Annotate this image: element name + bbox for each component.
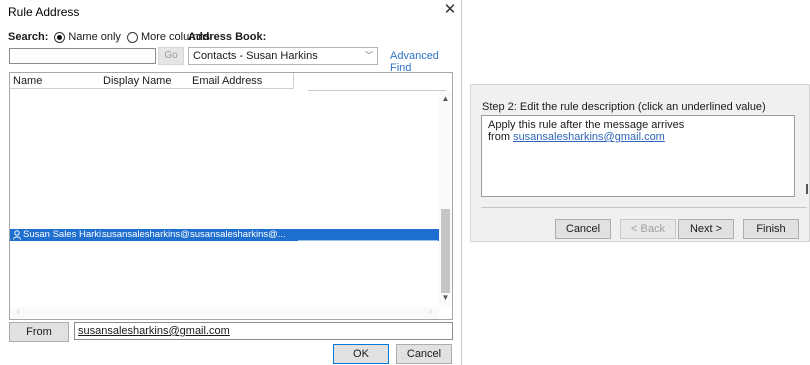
row-name: Susan Sales Harki... [23, 229, 110, 240]
from-field[interactable]: susansalesharkins@gmail.com [74, 322, 453, 340]
rules-wizard-panel: Step 2: Edit the rule description (click… [470, 84, 810, 242]
radio-more-columns[interactable] [126, 31, 138, 43]
column-header-name[interactable]: Name [13, 75, 42, 87]
scroll-left-icon[interactable]: ‹ [12, 307, 25, 316]
search-options: Search: Name only More columns [8, 30, 210, 44]
scroll-right-icon[interactable]: › [424, 307, 437, 316]
scroll-up-icon[interactable]: ▲ [439, 94, 452, 103]
back-button[interactable]: < Back [620, 219, 676, 239]
search-input[interactable] [9, 48, 156, 64]
vertical-scrollbar[interactable]: ▲ ▼ [439, 91, 452, 307]
chevron-down-icon[interactable]: ﹀ [365, 48, 373, 64]
from-button[interactable]: From [9, 322, 69, 342]
condition-prefix: from [488, 131, 514, 143]
scroll-thumb[interactable] [441, 209, 450, 293]
address-book-value: Contacts - Susan Harkins [193, 50, 318, 62]
rule-description-box[interactable]: Apply this rule after the message arrive… [481, 115, 795, 197]
step2-label: Step 2: Edit the rule description (click… [482, 101, 766, 113]
search-label: Search: [8, 31, 49, 43]
person-icon [13, 230, 21, 240]
row-email: susansalesharkins@... [190, 229, 286, 240]
radio-name-only-label[interactable]: Name only [68, 31, 121, 43]
wizard-divider [481, 207, 807, 208]
close-icon[interactable]: ✕ [442, 2, 458, 18]
radio-name-only[interactable] [54, 31, 66, 43]
address-book-select[interactable]: Contacts - Susan Harkins ﹀ [188, 47, 378, 65]
wizard-cancel-button[interactable]: Cancel [555, 219, 611, 239]
advanced-find-link[interactable]: Advanced Find [390, 50, 461, 74]
row-display-name: susansalesharkins@... [102, 229, 198, 240]
from-value: susansalesharkins@gmail.com [78, 325, 230, 337]
next-button[interactable]: Next > [678, 219, 734, 239]
finish-button[interactable]: Finish [743, 219, 799, 239]
rule-condition-line: from susansalesharkins@gmail.com [488, 131, 788, 143]
scroll-down-icon[interactable]: ▼ [439, 293, 452, 302]
column-header-display-name[interactable]: Display Name [103, 75, 171, 87]
header-divider [308, 90, 446, 91]
ok-button[interactable]: OK [333, 344, 389, 364]
sender-address-link[interactable]: susansalesharkins@gmail.com [513, 131, 665, 143]
list-header: Name Display Name Email Address [10, 73, 294, 89]
rule-address-dialog: Rule Address ✕ Search: Name only More co… [0, 0, 462, 365]
column-header-email[interactable]: Email Address [192, 75, 262, 87]
window-edge-fragment [806, 184, 808, 194]
horizontal-scrollbar[interactable]: ‹ › [10, 307, 439, 319]
dialog-title: Rule Address [8, 5, 80, 19]
address-book-label: Address Book: [188, 31, 267, 43]
rule-description-line: Apply this rule after the message arrive… [488, 119, 685, 131]
cancel-button[interactable]: Cancel [396, 344, 452, 364]
go-button[interactable]: Go [158, 47, 184, 65]
address-list[interactable]: Name Display Name Email Address Susan Sa… [9, 72, 453, 320]
row-divider [298, 240, 438, 241]
